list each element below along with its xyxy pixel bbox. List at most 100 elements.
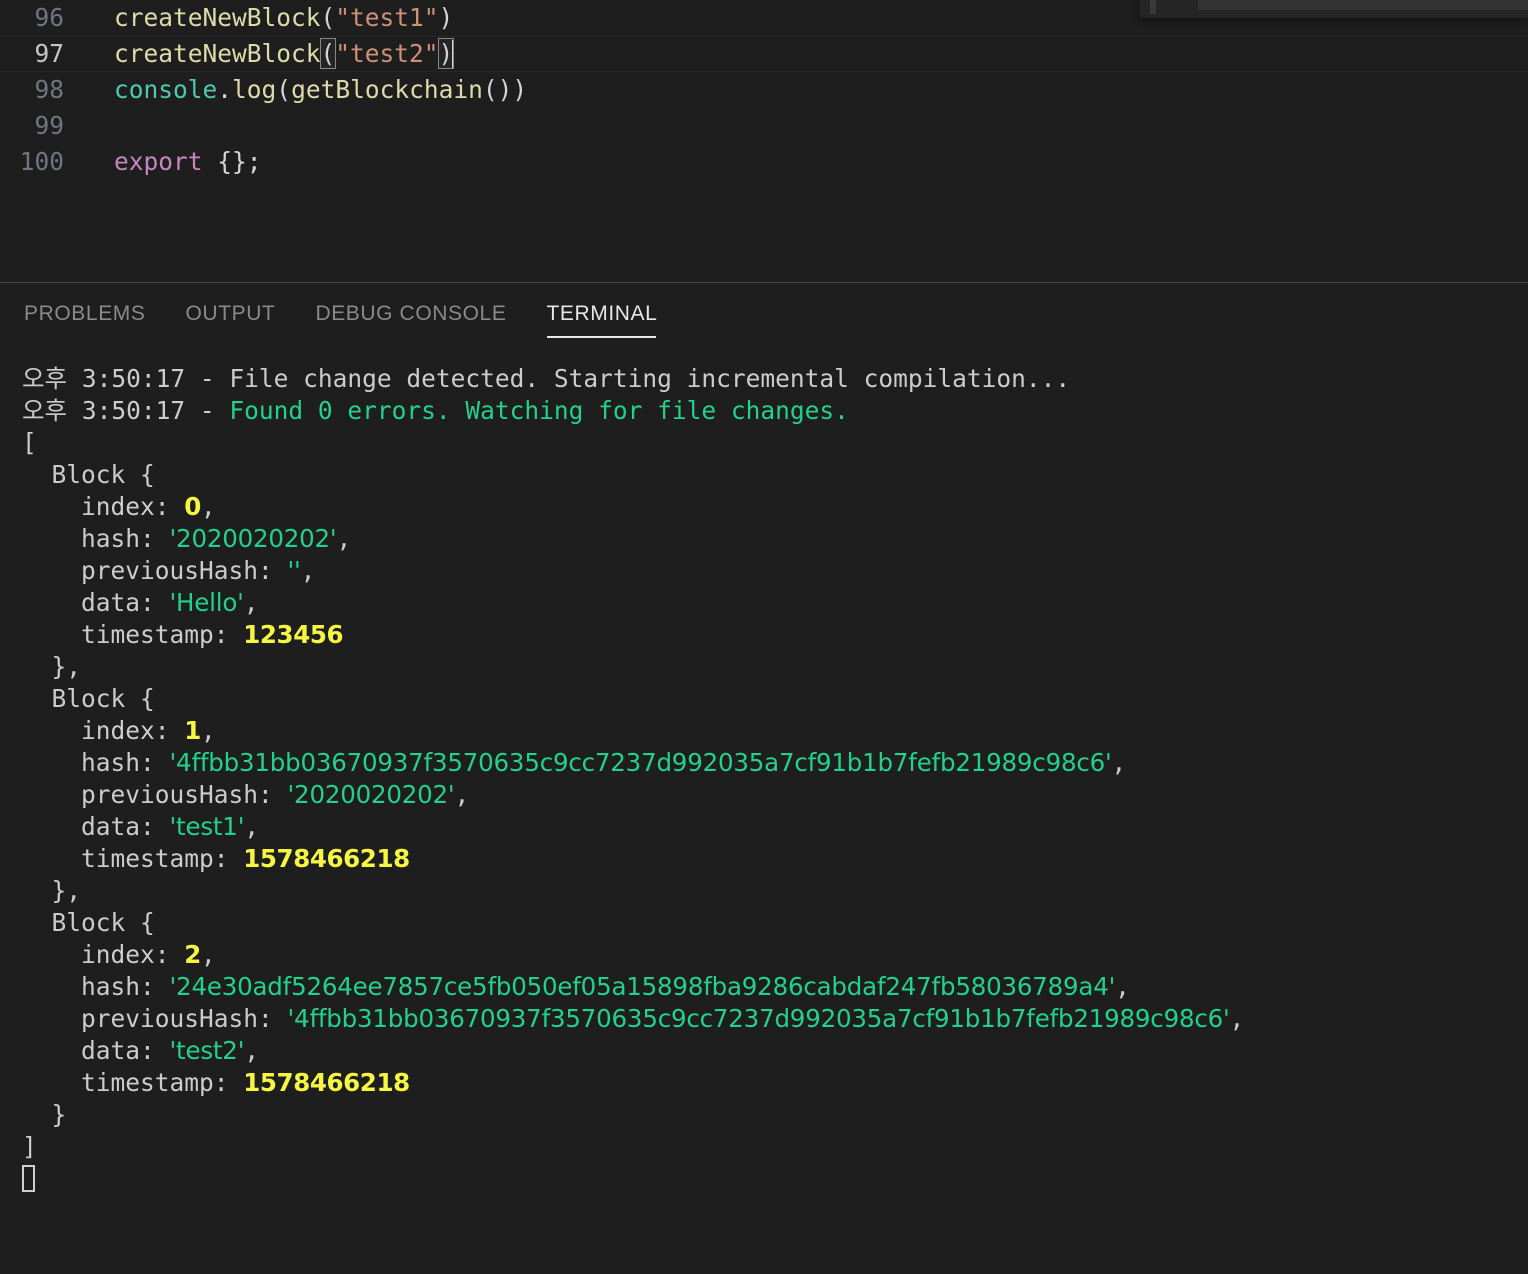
terminal-line: timestamp: 1578466218 [22, 1067, 1528, 1099]
terminal-text: , [244, 812, 259, 841]
terminal-line: timestamp: 1578466218 [22, 843, 1528, 875]
terminal-line: previousHash: '2020020202', [22, 779, 1528, 811]
terminal-text: timestamp: [22, 1068, 244, 1097]
code-line-98[interactable]: 98 console.log(getBlockchain()) [0, 72, 1528, 108]
terminal-text: , [244, 1036, 259, 1065]
terminal-text: Block { [22, 684, 155, 713]
code-line-100[interactable]: 100 export {}; [0, 144, 1528, 180]
terminal-text: '4ffbb31bb03670937f3570635c9cc7237d99203… [287, 1004, 1230, 1033]
terminal-line: data: 'test1', [22, 811, 1528, 843]
terminal-text: [ [22, 428, 37, 457]
terminal-line: 오후 3:50:17 - Found 0 errors. Watching fo… [22, 395, 1528, 427]
code-token: export [114, 147, 203, 176]
text-caret [452, 40, 455, 68]
terminal-line: ] [22, 1131, 1528, 1163]
code-token: ( [320, 3, 336, 32]
terminal-text: }, [22, 876, 82, 905]
terminal-line: hash: '24e30adf5264ee7857ce5fb050ef05a15… [22, 971, 1528, 1003]
editor-line-list: 96 createNewBlock("test1") 97 createNewBloc… [0, 0, 1528, 180]
terminal-line: index: 1, [22, 715, 1528, 747]
terminal-text: data: [22, 1036, 170, 1065]
line-number: 97 [34, 39, 64, 68]
terminal-text: '2020020202' [287, 780, 455, 809]
terminal-text: , [300, 556, 316, 585]
terminal-text: index: [22, 940, 185, 969]
terminal-line: Block { [22, 907, 1528, 939]
terminal-cursor [22, 1165, 35, 1192]
terminal-line: hash: '4ffbb31bb03670937f3570635c9cc7237… [22, 747, 1528, 779]
terminal-line: } [22, 1099, 1528, 1131]
line-number: 99 [34, 111, 64, 140]
terminal-text: hash: [22, 972, 170, 1001]
terminal-text: 'test2' [169, 1036, 245, 1065]
terminal-output[interactable]: 오후 3:50:17 - File change detected. Start… [0, 345, 1528, 1195]
code-token: getBlockchain [291, 75, 483, 104]
tab-terminal[interactable]: TERMINAL [546, 290, 657, 338]
terminal-line: [ [22, 427, 1528, 459]
terminal-line: index: 0, [22, 491, 1528, 523]
code-line-text: createNewBlock("test1") [114, 0, 453, 36]
editor-overlay-widget[interactable]: ✎ ···· [1139, 0, 1528, 18]
code-line-97[interactable]: 97 createNewBlock("test2") [0, 36, 1528, 72]
panel-tab-bar: PROBLEMS OUTPUT DEBUG CONSOLE TERMINAL [0, 283, 1528, 345]
terminal-line: 오후 3:50:17 - File change detected. Start… [22, 363, 1528, 395]
terminal-line: Block { [22, 459, 1528, 491]
terminal-line: }, [22, 875, 1528, 907]
line-number: 100 [19, 147, 64, 176]
code-token: log [232, 75, 277, 104]
code-token: createNewBlock [114, 3, 321, 32]
terminal-line: }, [22, 651, 1528, 683]
code-editor[interactable]: 96 createNewBlock("test1") 97 createNewBloc… [0, 0, 1528, 282]
code-token: ) [437, 38, 455, 69]
bottom-panel: PROBLEMS OUTPUT DEBUG CONSOLE TERMINAL 오후 3… [0, 282, 1528, 1274]
tab-output[interactable]: OUTPUT [186, 290, 276, 338]
terminal-text: } [22, 1100, 67, 1129]
code-line-text: console.log(getBlockchain()) [114, 72, 527, 108]
terminal-text: '24e30adf5264ee7857ce5fb050ef05a15898fba… [169, 972, 1116, 1001]
terminal-line: hash: '2020020202', [22, 523, 1528, 555]
terminal-text: '' [287, 556, 301, 585]
code-token: ()) [482, 75, 528, 104]
terminal-text: , [1115, 972, 1130, 1001]
terminal-text: ] [22, 1132, 37, 1161]
code-token: createNewBlock [114, 39, 321, 68]
code-token: "test2" [335, 39, 439, 68]
code-token: console [114, 75, 218, 104]
terminal-text: Found 0 errors. Watching for file change… [229, 396, 849, 425]
terminal-text: 오후 3:50:17 - [22, 396, 230, 425]
code-token: ( [276, 75, 292, 104]
terminal-text: previousHash: [22, 780, 288, 809]
terminal-text: 1 [184, 716, 201, 745]
tab-debug-console[interactable]: DEBUG CONSOLE [315, 290, 506, 338]
line-number: 98 [34, 75, 64, 104]
code-token: . [217, 75, 233, 104]
overlay-scroll-rail[interactable] [1150, 0, 1156, 14]
terminal-text: 2 [184, 940, 201, 969]
line-number: 96 [34, 3, 64, 32]
code-line-text: createNewBlock("test2") [114, 36, 455, 72]
code-line-99[interactable]: 99 [0, 108, 1528, 144]
terminal-text: hash: [22, 748, 170, 777]
terminal-text: '4ffbb31bb03670937f3570635c9cc7237d99203… [169, 748, 1112, 777]
terminal-text: previousHash: [22, 1004, 288, 1033]
terminal-text: index: [22, 716, 185, 745]
tab-problems[interactable]: PROBLEMS [24, 290, 146, 338]
terminal-text: , [200, 492, 216, 521]
terminal-text: Block { [22, 460, 155, 489]
terminal-text: , [1229, 1004, 1245, 1033]
terminal-text: 오후 3:50:17 - File change detected. Start… [22, 364, 1071, 393]
terminal-text: hash: [22, 524, 170, 553]
overlay-toolbar[interactable] [1198, 0, 1528, 10]
terminal-text: , [200, 940, 216, 969]
terminal-text: 1578466218 [243, 844, 410, 873]
terminal-text: index: [22, 492, 185, 521]
terminal-text: Block { [22, 908, 155, 937]
terminal-line [22, 1163, 1528, 1195]
terminal-text: 'test1' [169, 812, 245, 841]
terminal-text: 0 [184, 492, 201, 521]
terminal-text: , [454, 780, 470, 809]
terminal-text: data: [22, 812, 170, 841]
terminal-line: previousHash: '4ffbb31bb03670937f3570635… [22, 1003, 1528, 1035]
terminal-text: , [200, 716, 216, 745]
code-token: "test1" [335, 3, 439, 32]
